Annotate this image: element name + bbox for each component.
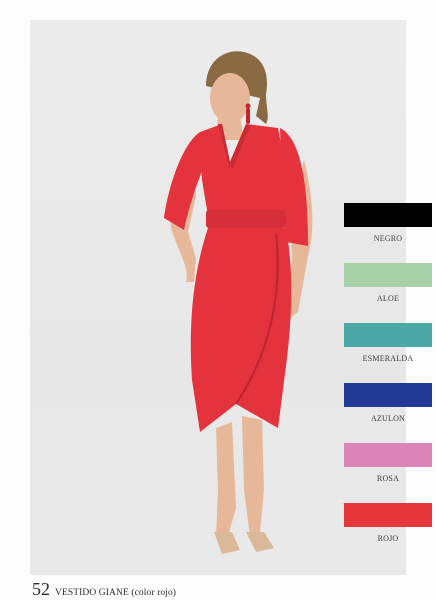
swatch-chip: [344, 203, 432, 227]
swatch-label: ESMERALDA: [362, 354, 414, 363]
swatch-label: ROJO: [377, 534, 399, 543]
swatch-chip: [344, 443, 432, 467]
product-caption: 52 VESTIDO GIANE (color rojo): [32, 580, 176, 600]
swatch-chip: [344, 503, 432, 527]
swatch-aloe: ALOE: [340, 255, 436, 315]
swatch-chip: [344, 323, 432, 347]
swatch-rosa: ROSA: [340, 435, 436, 495]
swatch-label: ROSA: [376, 474, 400, 483]
swatch-label: NEGRO: [373, 234, 403, 243]
swatch-esmeralda: ESMERALDA: [340, 315, 436, 375]
swatch-chip: [344, 383, 432, 407]
swatch-label: AZULON: [370, 414, 406, 423]
swatch-rojo: ROJO: [340, 495, 436, 555]
page-number: 52: [32, 579, 50, 599]
swatch-azulon: AZULON: [340, 375, 436, 435]
swatch-negro: NEGRO: [340, 195, 436, 255]
product-name: VESTIDO GIANE (color rojo): [55, 588, 177, 598]
swatch-label: ALOE: [376, 294, 400, 303]
swatch-chip: [344, 263, 432, 287]
